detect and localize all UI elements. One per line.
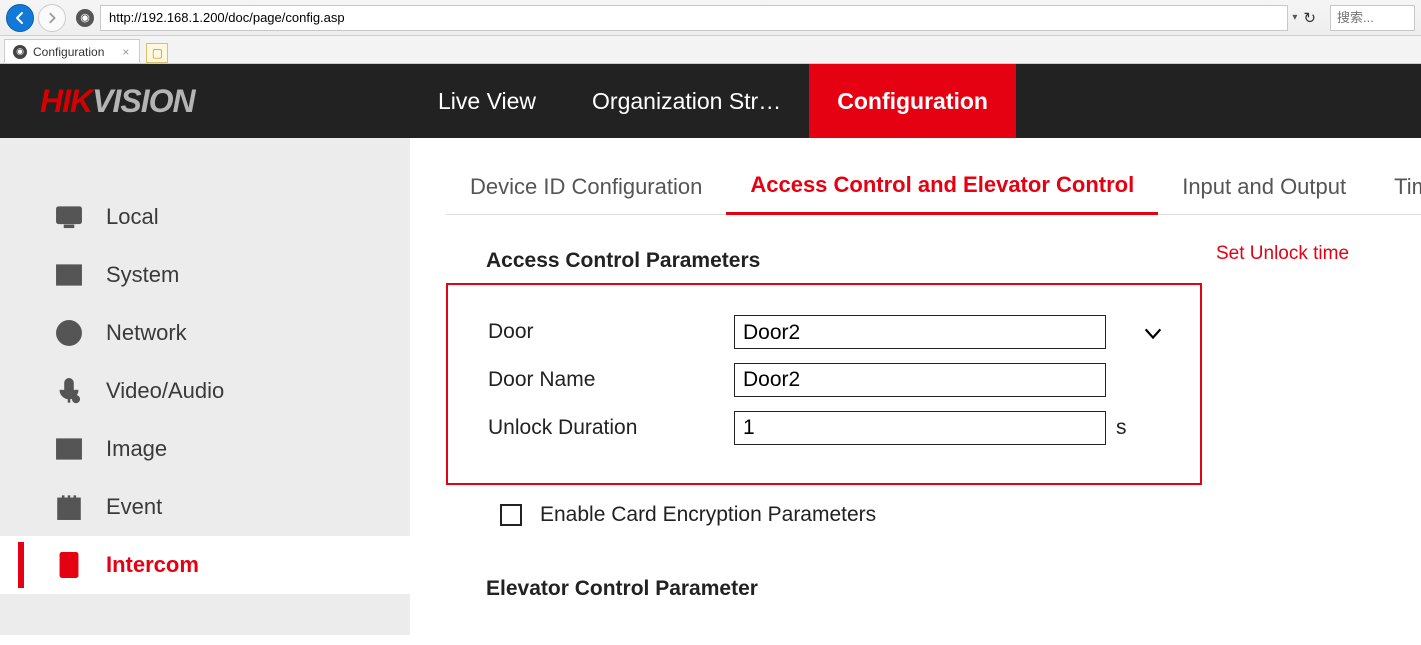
subtab-access-control[interactable]: Access Control and Elevator Control [726, 162, 1158, 215]
sidebar-item-image[interactable]: Image [0, 420, 410, 478]
chevron-down-icon [1142, 322, 1164, 347]
unlock-unit: s [1116, 416, 1140, 440]
dropdown-icon[interactable]: ▾ [1292, 12, 1297, 23]
subtab-input-output[interactable]: Input and Output [1158, 164, 1370, 214]
door-select[interactable]: Door2 [734, 315, 1106, 349]
calendar-icon [54, 492, 84, 522]
sidebar-item-label: Intercom [106, 552, 199, 578]
browser-tab-strip: ◉ Configuration × ▢ [0, 36, 1421, 64]
nav-live-view[interactable]: Live View [410, 64, 564, 138]
subtab-device-id[interactable]: Device ID Configuration [446, 164, 726, 214]
url-controls: ▾ ↻ [1292, 9, 1324, 27]
globe-icon [54, 318, 84, 348]
annotation-set-unlock-time: Set Unlock time [1216, 243, 1349, 265]
site-favicon: ◉ [76, 9, 94, 27]
sidebar-item-system[interactable]: System [0, 246, 410, 304]
logo-part2: VISION [92, 83, 194, 120]
app-header: HIKVISION Live View Organization Str… Co… [0, 64, 1421, 138]
logo-part1: HIK [40, 83, 92, 120]
sidebar-item-label: Event [106, 494, 162, 520]
browser-tab[interactable]: ◉ Configuration × [4, 39, 140, 63]
monitor-icon [54, 202, 84, 232]
top-nav: Live View Organization Str… Configuratio… [410, 64, 1016, 138]
browser-nav-bar: ◉ ▾ ↻ [0, 0, 1421, 36]
sidebar-item-local[interactable]: Local [0, 188, 410, 246]
content-area: Device ID Configuration Access Control a… [410, 138, 1421, 635]
unlock-duration-input[interactable] [734, 411, 1106, 445]
mic-icon [54, 376, 84, 406]
tab-close-icon[interactable]: × [122, 45, 129, 59]
sidebar-item-label: System [106, 262, 179, 288]
url-input[interactable] [100, 5, 1288, 31]
door-name-input[interactable] [734, 363, 1106, 397]
enable-card-encryption-checkbox[interactable] [500, 504, 522, 526]
sidebar-item-event[interactable]: Event [0, 478, 410, 536]
image-icon [54, 434, 84, 464]
sidebar-item-label: Network [106, 320, 187, 346]
door-name-label: Door Name [474, 368, 734, 392]
browser-forward-button[interactable] [38, 4, 66, 32]
enable-card-encryption-label: Enable Card Encryption Parameters [540, 503, 876, 527]
sidebar-item-intercom[interactable]: Intercom [0, 536, 410, 594]
tab-title: Configuration [33, 45, 104, 59]
sidebar-item-label: Video/Audio [106, 378, 224, 404]
window-icon [54, 260, 84, 290]
nav-configuration[interactable]: Configuration [809, 64, 1016, 138]
unlock-duration-label: Unlock Duration [474, 416, 734, 440]
logo: HIKVISION [0, 64, 410, 138]
new-tab-button[interactable]: ▢ [146, 43, 168, 63]
sidebar-item-video-audio[interactable]: Video/Audio [0, 362, 410, 420]
section-title-elevator: Elevator Control Parameter [446, 577, 1421, 611]
browser-back-button[interactable] [6, 4, 34, 32]
sidebar: Local System Network Video/Audio Image [0, 138, 410, 635]
browser-search-input[interactable] [1330, 5, 1415, 31]
highlight-box: Door Door2 Door Name [446, 283, 1202, 485]
sidebar-item-network[interactable]: Network [0, 304, 410, 362]
intercom-icon [54, 550, 84, 580]
sidebar-item-label: Local [106, 204, 159, 230]
door-label: Door [474, 320, 734, 344]
nav-organization[interactable]: Organization Str… [564, 64, 809, 138]
tab-favicon: ◉ [13, 45, 27, 59]
sub-tabs: Device ID Configuration Access Control a… [446, 162, 1421, 215]
subtab-time[interactable]: Tim [1370, 164, 1421, 214]
sidebar-item-label: Image [106, 436, 167, 462]
refresh-icon[interactable]: ↻ [1303, 9, 1316, 27]
